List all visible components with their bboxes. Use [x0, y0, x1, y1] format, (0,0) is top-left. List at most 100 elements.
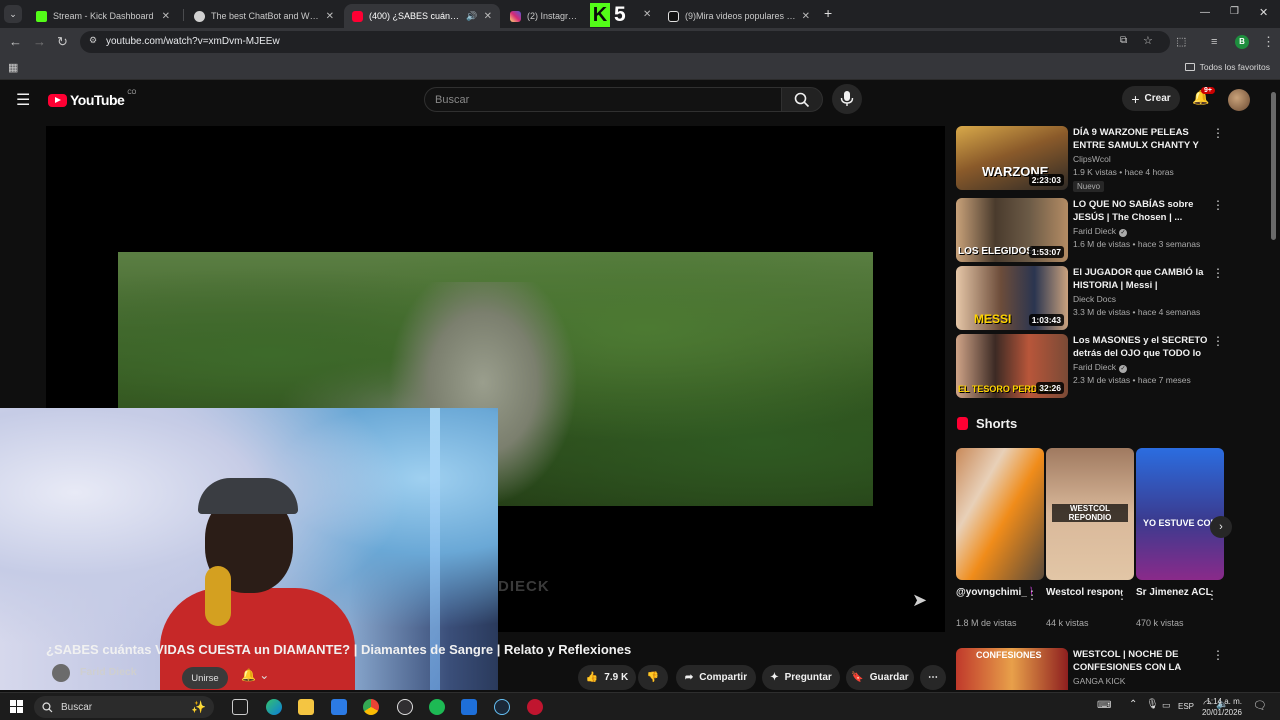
taskbar-search[interactable]: Buscar ✨: [34, 696, 214, 718]
short-thumbnail[interactable]: YO ESTUVE CON: [1136, 448, 1224, 580]
voice-search-button[interactable]: [832, 84, 862, 114]
video-title[interactable]: Los MASONES y el SECRETO detrás del OJO …: [1073, 334, 1209, 360]
file-explorer-icon[interactable]: [298, 699, 314, 715]
all-bookmarks-button[interactable]: Todos los favoritos: [1184, 62, 1270, 72]
more-vertical-icon[interactable]: ⋮: [1116, 588, 1128, 602]
search-input[interactable]: Buscar: [424, 87, 782, 112]
channel-name[interactable]: Dieck Docs: [1073, 294, 1116, 304]
extensions-icon[interactable]: ⬚: [1176, 34, 1186, 50]
video-thumbnail[interactable]: EL TESORO PERDIDO 32:26: [956, 334, 1068, 398]
channel-name[interactable]: ClipsWcol: [1073, 154, 1111, 164]
back-icon[interactable]: ←: [9, 34, 22, 50]
browser-tab-youtube[interactable]: (400) ¿SABES cuántas VIDA 🔊 ✕: [344, 4, 500, 28]
subscribe-bell-icon[interactable]: 🔔 ⌄: [241, 668, 269, 682]
browser-tab-chatbot[interactable]: The best ChatBot and Widgets ✕: [186, 4, 342, 28]
steam-icon[interactable]: [494, 699, 510, 715]
more-vertical-icon[interactable]: ⋮: [1212, 126, 1224, 140]
channel-name[interactable]: Farid Dieck ✓: [1073, 362, 1127, 373]
recommendation-item[interactable]: LOS ELEGIDOS 1:53:07 LO QUE NO SABÍAS so…: [956, 198, 1226, 262]
create-button[interactable]: + Crear: [1122, 86, 1180, 111]
join-button[interactable]: Unirse: [182, 667, 228, 689]
browser-tab-kick-dashboard[interactable]: Stream - Kick Dashboard ✕: [28, 4, 178, 28]
share-button[interactable]: ➦ Compartir: [676, 665, 756, 690]
site-info-icon[interactable]: ⚙: [89, 35, 97, 46]
close-tab-icon[interactable]: ✕: [643, 9, 651, 20]
address-bar[interactable]: ⚙ youtube.com/watch?v=xmDvm-MJEEw ⧉ ☆: [80, 31, 1170, 53]
tab-search-button[interactable]: ⌄: [4, 5, 22, 23]
ask-button[interactable]: ✦ Preguntar: [762, 665, 840, 690]
page-scrollbar[interactable]: [1271, 92, 1276, 240]
profile-avatar[interactable]: B: [1235, 35, 1249, 49]
recommendation-item[interactable]: EL TESORO PERDIDO 32:26 Los MASONES y el…: [956, 334, 1226, 398]
close-tab-icon[interactable]: ✕: [484, 11, 492, 22]
avatar[interactable]: [1228, 89, 1250, 111]
restore-icon[interactable]: ❐: [1230, 6, 1239, 17]
close-window-icon[interactable]: ✕: [1259, 6, 1268, 19]
task-view-icon[interactable]: [232, 699, 248, 715]
channel-avatar[interactable]: [52, 664, 70, 682]
notifications-button[interactable]: 🔔 9+: [1192, 87, 1215, 109]
video-thumbnail[interactable]: MESSI 1:03:43: [956, 266, 1068, 330]
more-vertical-icon[interactable]: ⋮: [1212, 266, 1224, 280]
network-icon[interactable]: ▭: [1162, 700, 1171, 711]
edge-icon[interactable]: [266, 699, 282, 715]
microphone-tray-icon[interactable]: 🎙: [1146, 699, 1159, 710]
notification-center-icon[interactable]: 🗨: [1253, 699, 1267, 712]
chrome-icon[interactable]: [363, 699, 379, 715]
channel-name[interactable]: Farid Dieck ✓: [1073, 226, 1127, 237]
save-button[interactable]: 🔖 Guardar: [846, 665, 914, 690]
recommendation-item[interactable]: CONFESIONES WESTCOL | NOCHE DE CONFESION…: [956, 648, 1226, 690]
recommendation-item[interactable]: MESSI 1:03:43 El JUGADOR que CAMBIÓ la H…: [956, 266, 1226, 330]
video-title[interactable]: DÍA 9 WARZONE PELEAS ENTRE SAMULX CHANTY…: [1073, 126, 1209, 152]
reload-icon[interactable]: ↻: [57, 34, 68, 50]
more-vertical-icon[interactable]: ⋮: [1212, 198, 1224, 212]
short-thumbnail[interactable]: WESTCOL REPONDIO: [1046, 448, 1134, 580]
short-title[interactable]: Sr Jimenez ACLARA ...: [1136, 586, 1212, 599]
video-title[interactable]: LO QUE NO SABÍAS sobre JESÚS | The Chose…: [1073, 198, 1209, 224]
short-title[interactable]: Westcol responde a ...: [1046, 586, 1122, 599]
obs-icon[interactable]: [397, 699, 413, 715]
close-tab-icon[interactable]: ✕: [162, 11, 170, 22]
keyboard-icon[interactable]: ⌨: [1097, 700, 1111, 711]
hamburger-menu-icon[interactable]: ☰: [16, 90, 30, 110]
record-app-icon[interactable]: [527, 699, 543, 715]
like-button[interactable]: 👍 7.9 K: [578, 665, 636, 690]
video-title[interactable]: WESTCOL | NOCHE DE CONFESIONES CON LA NU…: [1073, 648, 1209, 674]
more-actions-button[interactable]: ⋯: [920, 665, 946, 690]
video-title[interactable]: El JUGADOR que CAMBIÓ la HISTORIA | Mess…: [1073, 266, 1209, 292]
bookmark-star-icon[interactable]: ☆: [1143, 34, 1153, 47]
short-thumbnail[interactable]: [956, 448, 1044, 580]
app-icon[interactable]: [461, 699, 477, 715]
shorts-next-button[interactable]: ›: [1210, 516, 1232, 538]
language-indicator[interactable]: ESP: [1178, 702, 1194, 711]
new-tab-icon[interactable]: +: [824, 5, 832, 21]
close-tab-icon[interactable]: ✕: [326, 11, 334, 22]
youtube-logo[interactable]: YouTube CO: [48, 90, 136, 108]
channel-name[interactable]: GANGA KICK: [1073, 676, 1125, 686]
chevron-up-icon[interactable]: ⌃: [1129, 699, 1137, 710]
store-icon[interactable]: [331, 699, 347, 715]
dislike-button[interactable]: 👎: [638, 665, 668, 690]
forward-icon[interactable]: →: [33, 34, 46, 50]
browser-tab-instagram[interactable]: (2) Instagram: [502, 4, 588, 28]
reading-list-icon[interactable]: ≡: [1211, 34, 1217, 50]
minimize-icon[interactable]: —: [1200, 7, 1210, 18]
apps-grid-icon[interactable]: ▦: [8, 61, 18, 74]
cast-icon[interactable]: ⧉: [1120, 35, 1127, 46]
speaker-icon[interactable]: 🔊: [466, 11, 477, 22]
short-title[interactable]: @yovngchimi_ 😈: [956, 586, 1032, 599]
browser-tab-tiktok[interactable]: (9)Mira videos populares selecc ✕: [660, 4, 818, 28]
spotify-icon[interactable]: [429, 699, 445, 715]
more-vertical-icon[interactable]: ⋮: [1026, 588, 1038, 602]
channel-name[interactable]: Farid Dieck: [80, 666, 137, 678]
recommendation-item[interactable]: WARZONE 2:23:03 DÍA 9 WARZONE PELEAS ENT…: [956, 126, 1226, 192]
close-tab-icon[interactable]: ✕: [802, 11, 810, 22]
more-vertical-icon[interactable]: ⋮: [1212, 334, 1224, 348]
search-button[interactable]: [781, 87, 823, 112]
video-thumbnail[interactable]: LOS ELEGIDOS 1:53:07: [956, 198, 1068, 262]
video-thumbnail[interactable]: CONFESIONES: [956, 648, 1068, 690]
video-thumbnail[interactable]: WARZONE 2:23:03: [956, 126, 1068, 190]
more-vertical-icon[interactable]: ⋮: [1212, 648, 1224, 662]
system-clock[interactable]: 1:14 a. m. 20/01/2026: [1202, 696, 1242, 718]
browser-menu-icon[interactable]: ⋮: [1262, 34, 1275, 50]
